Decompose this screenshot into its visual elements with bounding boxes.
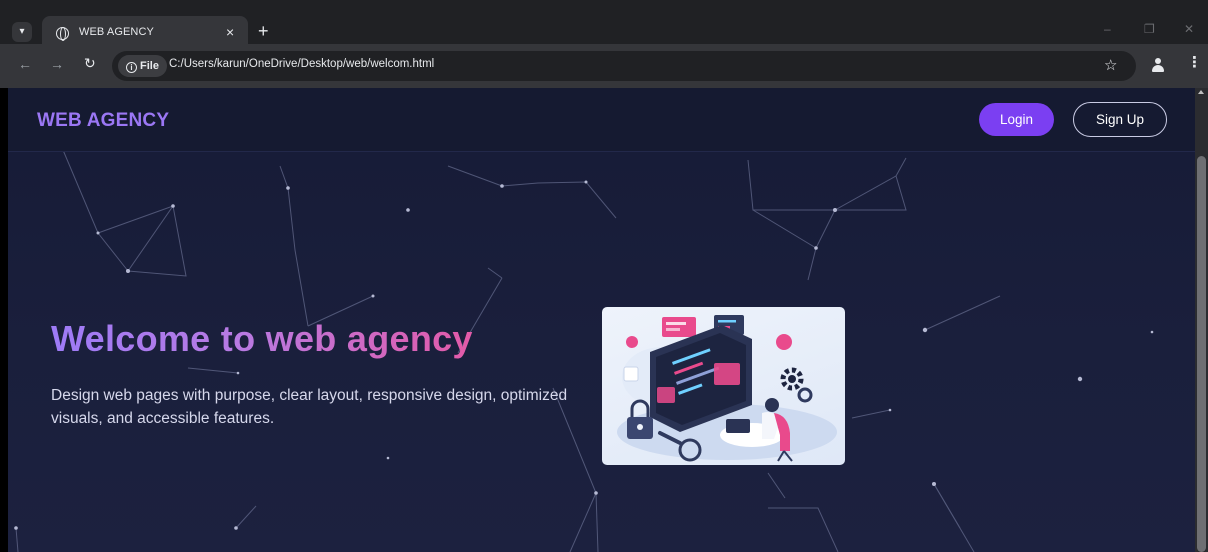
info-icon: i bbox=[126, 62, 137, 73]
minimize-button[interactable]: – bbox=[1104, 22, 1111, 36]
page-scrollbar[interactable] bbox=[1195, 88, 1208, 552]
brand-logo[interactable]: WEB AGENCY bbox=[37, 110, 169, 132]
browser-menu-button[interactable]: ⋮ bbox=[1187, 55, 1202, 70]
browser-chrome: ▾ WEB AGENCY × + – ❐ ✕ ← → ↻ i File C:/Us… bbox=[0, 0, 1208, 88]
login-button[interactable]: Login bbox=[979, 103, 1054, 136]
profile-icon[interactable] bbox=[1150, 57, 1166, 73]
tab-close-button[interactable]: × bbox=[226, 24, 234, 40]
tab-search-button[interactable]: ▾ bbox=[12, 22, 32, 42]
gear-icon bbox=[780, 367, 813, 403]
forward-button[interactable]: → bbox=[50, 56, 64, 72]
restore-button[interactable]: ❐ bbox=[1144, 22, 1155, 36]
scroll-thumb[interactable] bbox=[1197, 156, 1206, 552]
tab-strip: ▾ WEB AGENCY × + – ❐ ✕ bbox=[0, 8, 1208, 52]
padlock-icon bbox=[627, 399, 653, 439]
hero-title: Welcome to web agency bbox=[51, 318, 473, 359]
back-button[interactable]: ← bbox=[18, 56, 32, 72]
url-text[interactable]: C:/Users/karun/OneDrive/Desktop/web/welc… bbox=[169, 58, 434, 70]
tab-title: WEB AGENCY bbox=[79, 26, 154, 38]
site-navbar: WEB AGENCY Login Sign Up bbox=[8, 88, 1195, 152]
hero-description: Design web pages with purpose, clear lay… bbox=[51, 387, 568, 427]
browser-toolbar: ← → ↻ i File C:/Users/karun/OneDrive/Desk… bbox=[0, 44, 1208, 88]
reload-button[interactable]: ↻ bbox=[84, 55, 96, 72]
new-tab-button[interactable]: + bbox=[258, 22, 269, 40]
bookmark-star-icon[interactable]: ☆ bbox=[1104, 56, 1117, 74]
close-window-button[interactable]: ✕ bbox=[1184, 22, 1194, 36]
address-bar[interactable]: i File C:/Users/karun/OneDrive/Desktop/we… bbox=[112, 51, 1136, 81]
web-development-illustration bbox=[617, 315, 837, 462]
globe-icon bbox=[56, 27, 69, 41]
site-info-chip[interactable]: i File bbox=[118, 55, 167, 77]
signup-button[interactable]: Sign Up bbox=[1073, 102, 1167, 137]
page-viewport: WEB AGENCY Login Sign Up Welcome to web … bbox=[8, 88, 1195, 552]
scroll-up-arrow-icon[interactable] bbox=[1198, 90, 1204, 94]
hero-illustration bbox=[602, 307, 845, 465]
site-info-label: File bbox=[140, 60, 159, 72]
